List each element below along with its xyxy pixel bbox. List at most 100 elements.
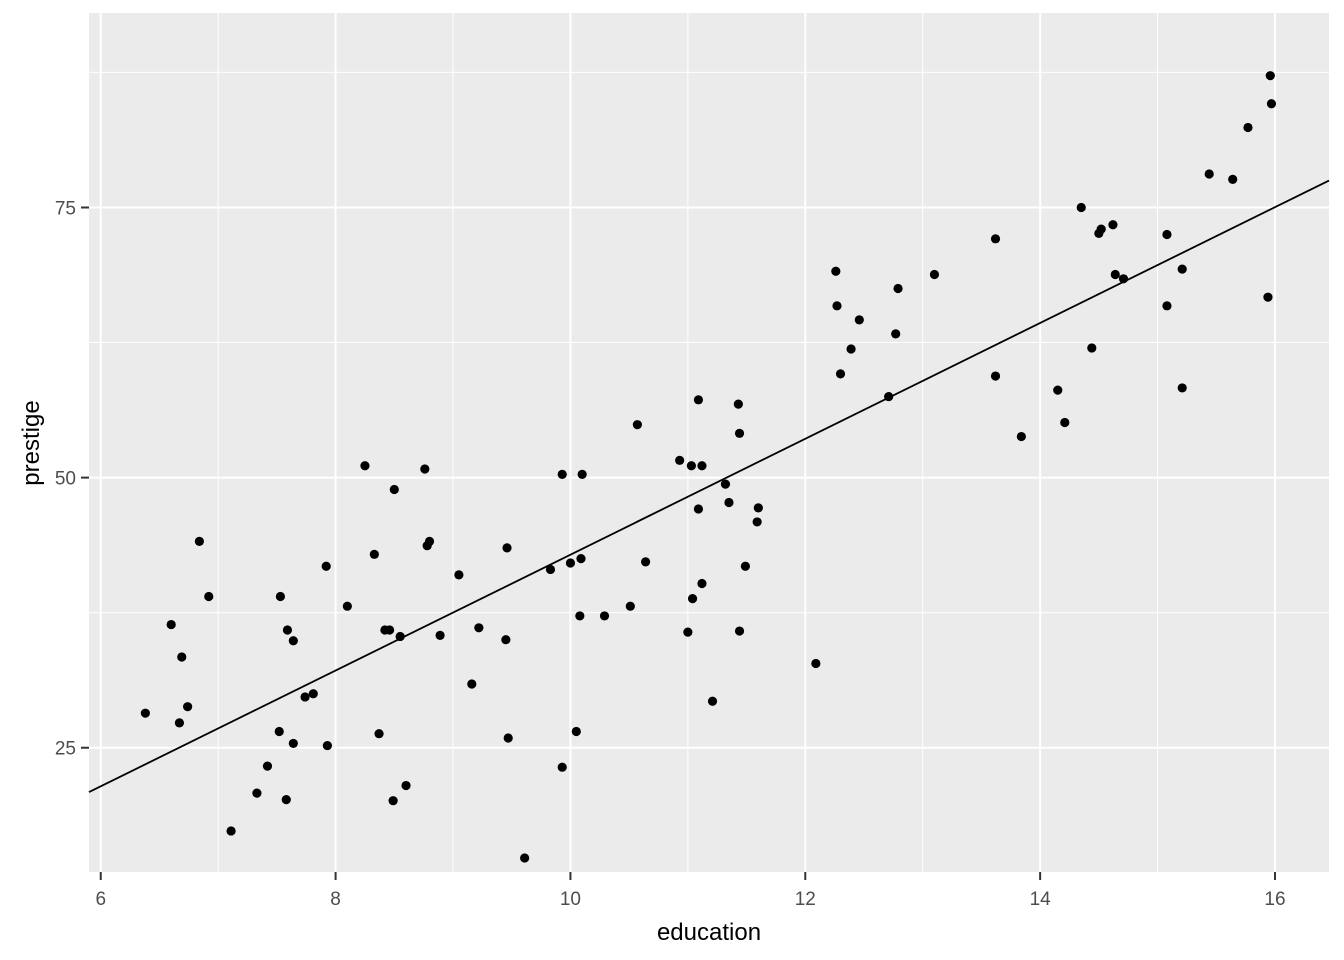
data-point — [576, 554, 586, 564]
data-point — [811, 658, 821, 669]
data-point — [395, 631, 405, 642]
data-point — [1265, 71, 1275, 81]
data-point — [321, 561, 331, 571]
x-tick-label: 8 — [330, 889, 341, 910]
x-axis: 6 8 10 12 14 16 — [95, 872, 1286, 910]
data-point — [1204, 169, 1214, 179]
data-point — [252, 788, 262, 798]
data-point — [300, 692, 310, 702]
data-point — [342, 601, 352, 611]
data-point — [1053, 385, 1063, 395]
data-point — [990, 371, 1001, 381]
data-point — [275, 591, 286, 602]
data-point — [707, 696, 718, 706]
data-point — [435, 630, 445, 640]
data-point — [929, 269, 940, 280]
x-tick-label: 14 — [1030, 889, 1052, 910]
data-point — [753, 503, 763, 513]
data-point — [467, 679, 477, 689]
x-tick-label: 12 — [795, 889, 816, 910]
data-point — [1110, 269, 1120, 280]
data-point — [733, 399, 743, 409]
panel-background — [89, 13, 1329, 872]
data-point — [1228, 174, 1238, 184]
data-point — [1118, 274, 1129, 284]
y-axis-title: prestige — [18, 400, 45, 485]
data-point — [194, 536, 204, 546]
data-point — [1243, 122, 1253, 133]
data-point — [557, 469, 567, 479]
data-point — [835, 369, 846, 379]
data-point — [632, 420, 642, 430]
data-point — [502, 543, 512, 553]
data-point — [424, 536, 435, 546]
data-point — [183, 702, 193, 712]
data-point — [545, 564, 556, 575]
data-point — [854, 315, 864, 325]
data-point — [884, 391, 894, 402]
data-point — [675, 455, 685, 465]
data-point — [571, 726, 581, 737]
data-point — [1177, 383, 1187, 393]
y-tick-label: 75 — [55, 198, 76, 219]
data-point — [693, 504, 704, 514]
data-point — [832, 301, 842, 311]
data-point — [520, 853, 530, 863]
data-point — [1177, 264, 1187, 274]
data-point — [1263, 292, 1273, 302]
data-point — [177, 652, 187, 662]
data-point — [697, 578, 707, 589]
data-point — [640, 557, 651, 567]
data-point — [474, 623, 484, 633]
data-point — [740, 561, 751, 571]
data-point — [385, 625, 395, 635]
data-point — [577, 469, 587, 479]
data-point — [1266, 99, 1277, 109]
y-tick-label: 25 — [55, 739, 76, 760]
data-point — [893, 283, 903, 294]
data-point — [687, 594, 698, 604]
data-point — [565, 558, 576, 568]
data-point — [686, 461, 696, 471]
data-point — [288, 738, 298, 749]
data-point — [174, 718, 185, 728]
data-point — [1162, 229, 1172, 240]
data-point — [891, 329, 901, 339]
data-point — [990, 234, 1001, 244]
data-point — [204, 591, 214, 602]
data-point — [1016, 431, 1026, 442]
data-point — [1162, 301, 1172, 311]
data-point — [693, 395, 704, 405]
x-tick-label: 10 — [560, 889, 581, 910]
data-point — [599, 611, 610, 621]
data-point — [1060, 417, 1070, 428]
data-point — [752, 517, 762, 527]
data-point — [389, 484, 399, 495]
data-point — [226, 826, 236, 836]
x-tick-label: 16 — [1264, 889, 1285, 910]
data-point — [501, 635, 511, 645]
data-point — [288, 636, 298, 646]
data-point — [262, 761, 273, 771]
data-point — [831, 266, 841, 276]
y-tick-label: 50 — [55, 469, 76, 490]
y-axis: 25 50 75 — [55, 198, 89, 760]
data-point — [503, 733, 513, 743]
data-point — [734, 626, 745, 636]
data-point — [1087, 343, 1097, 353]
data-point — [575, 611, 585, 621]
data-point — [401, 780, 411, 791]
data-point — [720, 479, 731, 489]
data-point — [308, 689, 318, 699]
data-point — [420, 464, 430, 474]
data-point — [557, 762, 567, 772]
data-point — [140, 708, 150, 718]
data-point — [683, 627, 693, 637]
data-point — [454, 570, 464, 580]
data-point — [166, 619, 176, 630]
data-point — [274, 726, 284, 737]
data-point — [282, 625, 293, 635]
data-point — [1108, 220, 1118, 230]
data-point — [1096, 224, 1106, 234]
data-point — [360, 461, 370, 471]
